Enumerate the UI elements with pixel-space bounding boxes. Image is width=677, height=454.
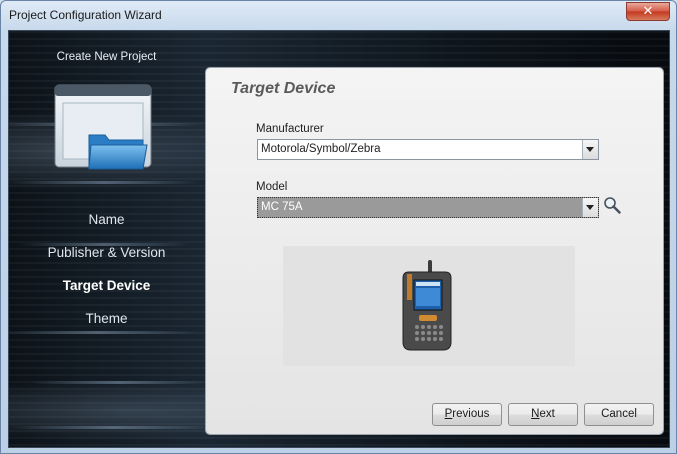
target-device-panel: Target Device Manufacturer Motorola/Symb…	[206, 68, 663, 434]
manufacturer-value: Motorola/Symbol/Zebra	[261, 143, 381, 155]
model-dropdown[interactable]: MC 75A	[257, 197, 599, 218]
next-button[interactable]: Next	[508, 403, 578, 426]
manufacturer-dropdown[interactable]: Motorola/Symbol/Zebra	[257, 139, 599, 160]
window-title: Project Configuration Wizard	[9, 8, 162, 22]
title-bar[interactable]: Project Configuration Wizard ✕	[1, 1, 676, 31]
previous-label: revious	[452, 408, 490, 420]
wizard-client-area: Create New Project Name Publisher & Vers…	[8, 30, 670, 448]
model-value: MC 75A	[261, 201, 303, 213]
search-icon[interactable]	[603, 196, 621, 214]
chevron-down-icon[interactable]	[582, 140, 598, 159]
close-button[interactable]: ✕	[626, 2, 670, 21]
next-label: ext	[539, 408, 555, 420]
sidebar-item-theme[interactable]: Theme	[29, 311, 184, 326]
previous-button[interactable]: Previous	[432, 403, 502, 426]
background-streak	[29, 381, 209, 384]
sidebar-heading: Create New Project	[56, 51, 157, 63]
chevron-down-icon[interactable]	[582, 198, 598, 217]
panel-title: Target Device	[231, 80, 336, 97]
handheld-device-image	[402, 260, 452, 351]
model-label: Model	[256, 181, 288, 193]
sidebar-item-publisher-version[interactable]: Publisher & Version	[29, 245, 184, 260]
background-streak	[9, 181, 199, 184]
sidebar-item-name[interactable]: Name	[29, 212, 184, 227]
background-streak	[9, 331, 199, 334]
device-image-area	[283, 246, 575, 366]
wizard-window: Project Configuration Wizard ✕ Create Ne…	[0, 0, 677, 454]
cancel-button[interactable]: Cancel	[584, 403, 654, 426]
sidebar-item-target-device[interactable]: Target Device	[29, 278, 184, 293]
folder-window-icon	[54, 84, 152, 170]
manufacturer-label: Manufacturer	[256, 123, 324, 135]
background-streak	[9, 426, 219, 429]
close-icon: ✕	[642, 4, 654, 19]
